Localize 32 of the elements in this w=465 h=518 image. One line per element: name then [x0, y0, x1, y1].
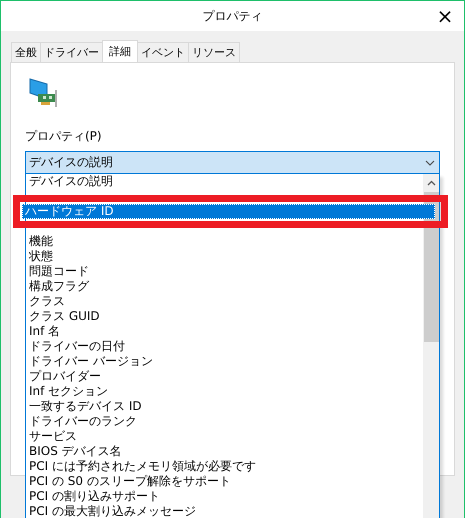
dropdown-item[interactable]: PCI の最大割り込みメッセージ [26, 504, 423, 518]
close-button[interactable]: × [430, 3, 460, 29]
tab[interactable]: リソース [188, 42, 240, 62]
dropdown-item[interactable]: プロバイダー [26, 369, 423, 384]
dropdown-item[interactable]: PCI には予約されたメモリ領域が必要です [26, 459, 423, 474]
dropdown-item[interactable]: デバイスの説明 [26, 174, 423, 189]
window-title: プロパティ [202, 8, 262, 24]
property-label: プロパティ(P) [25, 128, 103, 145]
scroll-up-icon[interactable] [426, 180, 436, 186]
dropdown-item[interactable]: Inf セクション [26, 384, 423, 399]
property-dropdown[interactable]: デバイスの説明 [25, 151, 440, 174]
dropdown-item[interactable]: 問題コード [26, 264, 423, 279]
tab[interactable]: 詳細 [102, 40, 138, 62]
dropdown-item[interactable]: PCI の割り込みサポート [26, 489, 423, 504]
dropdown-item[interactable]: 構成フラグ [26, 279, 423, 294]
tab[interactable]: 全般 [11, 42, 41, 62]
dropdown-item[interactable]: クラス GUID [26, 309, 423, 324]
dropdown-item[interactable]: ドライバーの日付 [26, 339, 423, 354]
dropdown-item[interactable]: PCI の S0 のスリープ解除をサポート [26, 474, 423, 489]
dropdown-item[interactable]: 機能 [26, 234, 423, 249]
scrollbar[interactable] [423, 174, 439, 518]
network-card-icon [29, 78, 59, 108]
dropdown-item[interactable]: Inf 名 [26, 324, 423, 339]
dropdown-item[interactable]: クラス [26, 294, 423, 309]
dropdown-item[interactable]: ドライバーのランク [26, 414, 423, 429]
dropdown-item[interactable]: ドライバー バージョン [26, 354, 423, 369]
dropdown-item[interactable]: BIOS デバイス名 [26, 444, 423, 459]
dropdown-item[interactable]: ハードウェア ID [22, 204, 435, 219]
chevron-down-icon [425, 160, 435, 166]
dropdown-item[interactable]: サービス [26, 429, 423, 444]
dropdown-item[interactable]: 状態 [26, 249, 423, 264]
dropdown-item[interactable]: 一致するデバイス ID [26, 399, 423, 414]
